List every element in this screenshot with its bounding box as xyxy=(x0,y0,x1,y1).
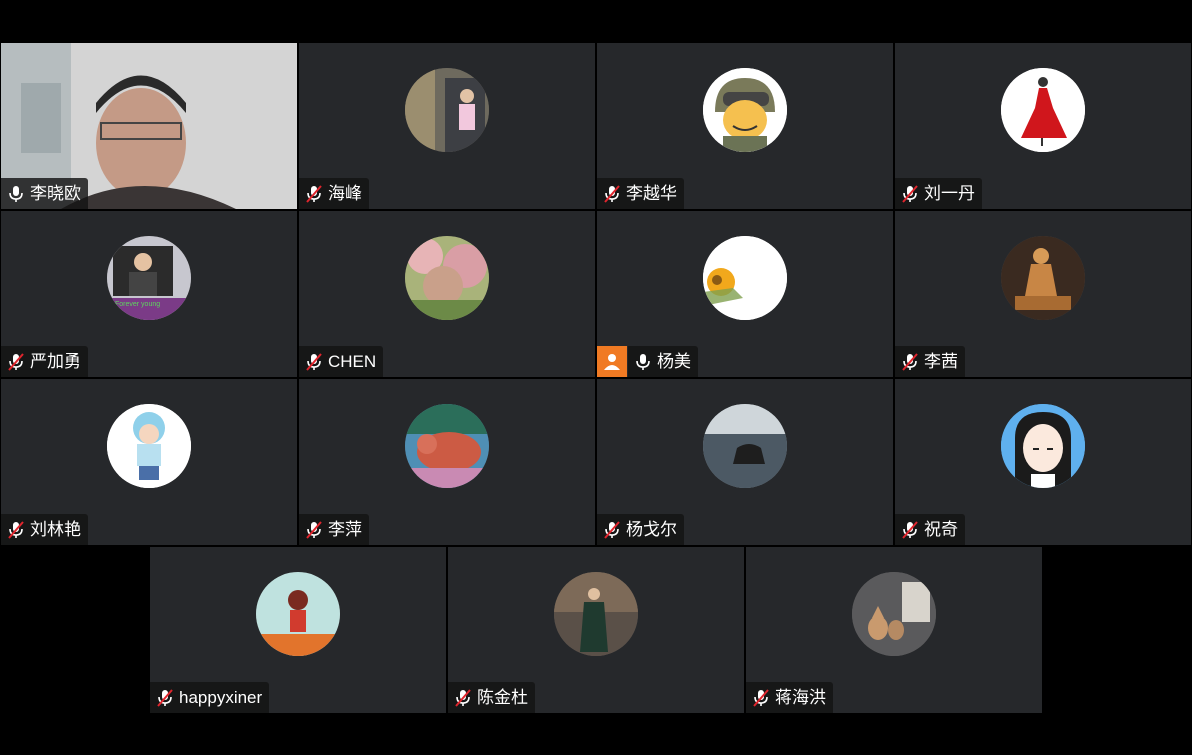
participant-tile[interactable]: Forever young 严加勇 xyxy=(1,211,297,377)
participant-name: 祝奇 xyxy=(924,520,958,539)
avatar xyxy=(1001,404,1085,488)
participant-tile[interactable]: CHEN xyxy=(299,211,595,377)
avatar xyxy=(852,572,936,656)
participant-name: 李晓欧 xyxy=(30,184,81,203)
participant-name: happyxiner xyxy=(179,688,263,707)
participant-tile[interactable]: 杨戈尔 xyxy=(597,379,893,545)
participant-name-label: 杨美 xyxy=(628,346,698,377)
muted-mic-icon xyxy=(604,520,620,539)
avatar xyxy=(703,404,787,488)
muted-mic-icon xyxy=(902,520,918,539)
participant-name-label: 严加勇 xyxy=(1,346,88,377)
participant-name: 李萍 xyxy=(328,520,362,539)
participant-name-label: 祝奇 xyxy=(895,514,965,545)
participant-name: 刘一丹 xyxy=(924,184,975,203)
participant-name: 刘林艳 xyxy=(30,520,81,539)
participant-tile[interactable]: 刘一丹 xyxy=(895,43,1191,209)
avatar xyxy=(107,404,191,488)
participant-name: 杨戈尔 xyxy=(626,520,677,539)
avatar xyxy=(405,68,489,152)
participant-name: 蒋海洪 xyxy=(775,688,826,707)
participant-name: CHEN xyxy=(328,352,377,371)
participant-tile[interactable]: 杨美 xyxy=(597,211,893,377)
participant-tile[interactable]: 李茜 xyxy=(895,211,1191,377)
participant-name: 杨美 xyxy=(657,352,691,371)
avatar xyxy=(1001,68,1085,152)
muted-mic-icon xyxy=(753,688,769,707)
participant-name-label: 李萍 xyxy=(299,514,369,545)
participant-name-label: 杨戈尔 xyxy=(597,514,684,545)
mic-icon xyxy=(9,185,23,202)
participant-tile[interactable]: 刘林艳 xyxy=(1,379,297,545)
participant-name-label: happyxiner xyxy=(150,682,270,713)
participant-tile[interactable]: happyxiner xyxy=(150,547,446,713)
participant-name-label: 李越华 xyxy=(597,178,684,209)
participant-name-label: 蒋海洪 xyxy=(746,682,833,713)
participant-tile[interactable]: 蒋海洪 xyxy=(746,547,1042,713)
participant-tile[interactable]: 李晓欧 xyxy=(1,43,297,209)
muted-mic-icon xyxy=(306,352,322,371)
svg-text:Forever young: Forever young xyxy=(115,301,160,308)
participant-name-label: 刘林艳 xyxy=(1,514,88,545)
muted-mic-icon xyxy=(8,352,24,371)
participant-name-label: 海峰 xyxy=(299,178,369,209)
muted-mic-icon xyxy=(902,184,918,203)
participant-name-label: CHEN xyxy=(299,346,384,377)
mic-icon xyxy=(636,353,650,370)
participant-tile[interactable]: 海峰 xyxy=(299,43,595,209)
participant-name: 李越华 xyxy=(626,184,677,203)
participant-name: 严加勇 xyxy=(30,352,81,371)
participant-tile[interactable]: 祝奇 xyxy=(895,379,1191,545)
avatar xyxy=(554,572,638,656)
avatar xyxy=(405,404,489,488)
participant-name: 李茜 xyxy=(924,352,958,371)
participant-name: 海峰 xyxy=(328,184,362,203)
participant-name-label: 李茜 xyxy=(895,346,965,377)
participant-name-label: 陈金杜 xyxy=(448,682,535,713)
participant-name: 陈金杜 xyxy=(477,688,528,707)
avatar xyxy=(703,236,787,320)
avatar: Forever young xyxy=(107,236,191,320)
muted-mic-icon xyxy=(306,184,322,203)
participant-name-label: 李晓欧 xyxy=(1,178,88,209)
participant-name-label: 刘一丹 xyxy=(895,178,982,209)
avatar xyxy=(405,236,489,320)
muted-mic-icon xyxy=(8,520,24,539)
muted-mic-icon xyxy=(604,184,620,203)
participant-tile[interactable]: 陈金杜 xyxy=(448,547,744,713)
avatar xyxy=(256,572,340,656)
person-icon xyxy=(604,353,620,370)
avatar xyxy=(1001,236,1085,320)
muted-mic-icon xyxy=(902,352,918,371)
muted-mic-icon xyxy=(455,688,471,707)
avatar xyxy=(703,68,787,152)
muted-mic-icon xyxy=(157,688,173,707)
participant-tile[interactable]: 李越华 xyxy=(597,43,893,209)
participant-tile[interactable]: 李萍 xyxy=(299,379,595,545)
muted-mic-icon xyxy=(306,520,322,539)
host-badge xyxy=(597,346,627,377)
